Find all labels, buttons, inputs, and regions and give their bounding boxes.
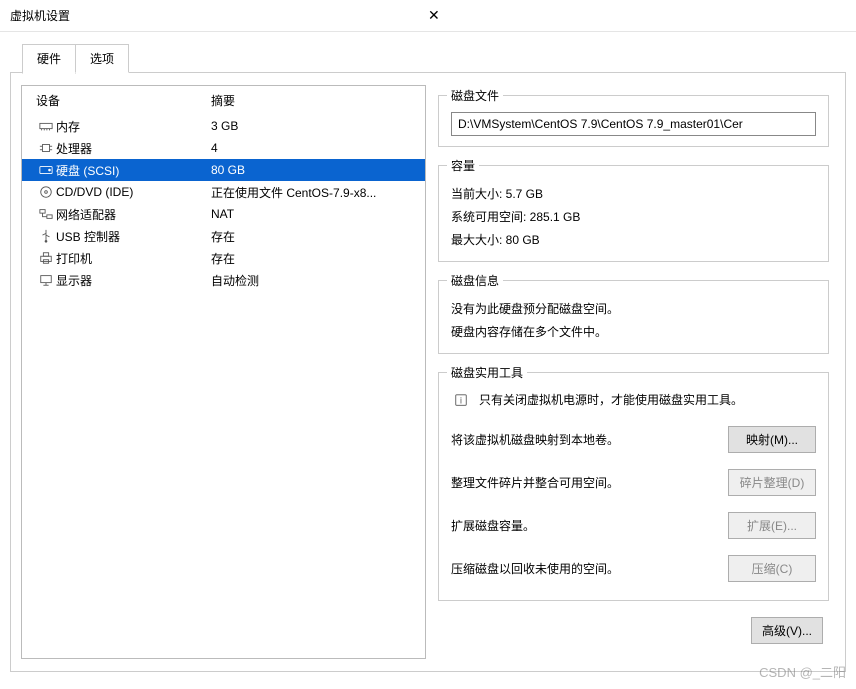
usb-icon <box>36 229 56 243</box>
disk-file-legend: 磁盘文件 <box>447 87 503 104</box>
capacity-legend: 容量 <box>447 157 479 174</box>
capacity-current: 当前大小: 5.7 GB <box>451 182 816 205</box>
device-summary: 80 GB <box>211 163 415 177</box>
info-icon: i <box>451 391 471 408</box>
device-summary: 存在 <box>211 228 415 245</box>
disk-info-line2: 硬盘内容存储在多个文件中。 <box>451 320 816 343</box>
device-row-usb[interactable]: USB 控制器 存在 <box>22 225 425 247</box>
device-summary: NAT <box>211 207 415 221</box>
device-name: 网络适配器 <box>56 206 211 223</box>
map-button[interactable]: 映射(M)... <box>728 426 816 453</box>
device-list-header: 设备 摘要 <box>22 86 425 115</box>
content: 硬件 选项 设备 摘要 内存 3 GB 处理器 4 硬盘 (SCSI) 80 G <box>0 32 856 682</box>
device-row-cddvd[interactable]: CD/DVD (IDE) 正在使用文件 CentOS-7.9-x8... <box>22 181 425 203</box>
close-icon[interactable]: ✕ <box>420 3 846 28</box>
tool-row-compact: 压缩磁盘以回收未使用的空间。 压缩(C) <box>451 547 816 590</box>
device-summary: 正在使用文件 CentOS-7.9-x8... <box>211 184 415 201</box>
capacity-free: 系统可用空间: 285.1 GB <box>451 205 816 228</box>
map-label: 将该虚拟机磁盘映射到本地卷。 <box>451 431 720 448</box>
expand-label: 扩展磁盘容量。 <box>451 517 720 534</box>
device-row-processor[interactable]: 处理器 4 <box>22 137 425 159</box>
disk-file-group: 磁盘文件 <box>438 87 829 147</box>
window-title: 虚拟机设置 <box>10 7 420 24</box>
capacity-group: 容量 当前大小: 5.7 GB 系统可用空间: 285.1 GB 最大大小: 8… <box>438 157 829 262</box>
svg-text:i: i <box>460 396 462 406</box>
defrag-button[interactable]: 碎片整理(D) <box>728 469 816 496</box>
compact-button[interactable]: 压缩(C) <box>728 555 816 582</box>
disk-info-line1: 没有为此硬盘预分配磁盘空间。 <box>451 297 816 320</box>
processor-icon <box>36 141 56 155</box>
header-summary: 摘要 <box>211 92 235 109</box>
device-summary: 3 GB <box>211 119 415 133</box>
device-name: 显示器 <box>56 272 211 289</box>
header-device: 设备 <box>36 92 211 109</box>
expand-button[interactable]: 扩展(E)... <box>728 512 816 539</box>
device-summary: 存在 <box>211 250 415 267</box>
tab-options[interactable]: 选项 <box>75 44 129 73</box>
device-summary: 4 <box>211 141 415 155</box>
tab-hardware[interactable]: 硬件 <box>22 44 76 74</box>
network-icon <box>36 207 56 221</box>
tool-row-defrag: 整理文件碎片并整合可用空间。 碎片整理(D) <box>451 461 816 504</box>
tool-row-map: 将该虚拟机磁盘映射到本地卷。 映射(M)... <box>451 418 816 461</box>
memory-icon <box>36 119 56 133</box>
capacity-max: 最大大小: 80 GB <box>451 228 816 251</box>
defrag-label: 整理文件碎片并整合可用空间。 <box>451 474 720 491</box>
titlebar: 虚拟机设置 ✕ <box>0 0 856 32</box>
device-name: 处理器 <box>56 140 211 157</box>
disk-file-path-input[interactable] <box>451 112 816 136</box>
tool-row-expand: 扩展磁盘容量。 扩展(E)... <box>451 504 816 547</box>
compact-label: 压缩磁盘以回收未使用的空间。 <box>451 560 720 577</box>
device-row-printer[interactable]: 打印机 存在 <box>22 247 425 269</box>
device-name: 内存 <box>56 118 211 135</box>
device-name: CD/DVD (IDE) <box>56 185 211 199</box>
harddisk-icon <box>36 163 56 177</box>
device-name: 硬盘 (SCSI) <box>56 162 211 179</box>
device-row-harddisk[interactable]: 硬盘 (SCSI) 80 GB <box>22 159 425 181</box>
display-icon <box>36 273 56 287</box>
device-name: USB 控制器 <box>56 228 211 245</box>
advanced-button[interactable]: 高级(V)... <box>751 617 823 644</box>
disk-tools-legend: 磁盘实用工具 <box>447 364 527 381</box>
tabs: 硬件 选项 <box>22 44 846 73</box>
detail-pane: 磁盘文件 容量 当前大小: 5.7 GB 系统可用空间: 285.1 GB 最大… <box>436 85 835 659</box>
device-row-display[interactable]: 显示器 自动检测 <box>22 269 425 291</box>
device-summary: 自动检测 <box>211 272 415 289</box>
printer-icon <box>36 251 56 265</box>
tools-note: 只有关闭虚拟机电源时，才能使用磁盘实用工具。 <box>479 391 743 408</box>
device-row-network[interactable]: 网络适配器 NAT <box>22 203 425 225</box>
device-list: 设备 摘要 内存 3 GB 处理器 4 硬盘 (SCSI) 80 GB CD/D <box>21 85 426 659</box>
disc-icon <box>36 185 56 199</box>
disk-info-group: 磁盘信息 没有为此硬盘预分配磁盘空间。 硬盘内容存储在多个文件中。 <box>438 272 829 354</box>
device-name: 打印机 <box>56 250 211 267</box>
advanced-row: 高级(V)... <box>438 611 829 644</box>
device-row-memory[interactable]: 内存 3 GB <box>22 115 425 137</box>
panel: 设备 摘要 内存 3 GB 处理器 4 硬盘 (SCSI) 80 GB CD/D <box>10 72 846 672</box>
tools-note-row: i 只有关闭虚拟机电源时，才能使用磁盘实用工具。 <box>451 389 816 418</box>
disk-info-legend: 磁盘信息 <box>447 272 503 289</box>
disk-tools-group: 磁盘实用工具 i 只有关闭虚拟机电源时，才能使用磁盘实用工具。 将该虚拟机磁盘映… <box>438 364 829 601</box>
